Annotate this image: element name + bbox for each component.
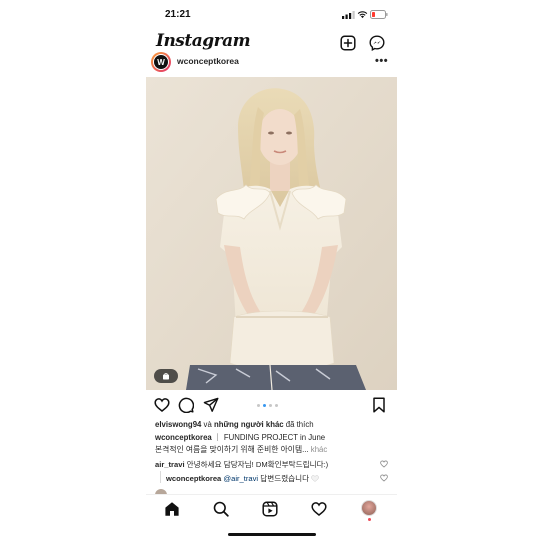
comment-row: air_travi 안녕하세요 담당자님! DM확인부탁드립니다:) bbox=[155, 459, 395, 470]
carousel-dot bbox=[269, 404, 272, 407]
post-action-bar bbox=[146, 394, 397, 416]
notification-dot bbox=[368, 518, 371, 521]
post-avatar[interactable]: W bbox=[151, 52, 171, 72]
reply-username[interactable]: wconceptkorea bbox=[166, 474, 221, 483]
likes-connector: và bbox=[201, 420, 214, 429]
likes-suffix: đã thích bbox=[283, 420, 314, 429]
more-options-button[interactable]: ••• bbox=[375, 55, 388, 67]
shopping-bag-icon bbox=[163, 372, 169, 380]
reply-heart-icon[interactable] bbox=[380, 474, 388, 482]
post-photo bbox=[146, 77, 397, 390]
home-indicator bbox=[228, 533, 316, 536]
status-bar: 21:21 bbox=[146, 0, 397, 28]
comment-icon[interactable] bbox=[178, 397, 194, 413]
likes-others[interactable]: những người khác bbox=[214, 420, 284, 429]
bookmark-icon[interactable] bbox=[372, 397, 386, 413]
comment-username[interactable]: air_travi bbox=[155, 460, 185, 469]
carousel-dot bbox=[275, 404, 278, 407]
reply-text: 답변드렸습니다 bbox=[258, 474, 310, 483]
instagram-logo[interactable]: Instagram bbox=[156, 31, 251, 51]
caption-line: wconceptkorea ｜ FUNDING PROJECT in June bbox=[155, 433, 395, 443]
status-time: 21:21 bbox=[165, 9, 191, 20]
caption-more-link[interactable]: khác bbox=[309, 445, 327, 454]
reply-row: wconceptkorea @air_travi 답변드렸습니다 bbox=[166, 473, 386, 484]
comment-text: 안녕하세요 담당자님! DM확인부탁드립니다:) bbox=[184, 460, 329, 469]
post-username[interactable]: wconceptkorea bbox=[177, 56, 239, 66]
carousel-dots bbox=[257, 404, 278, 408]
shopping-tag-button[interactable] bbox=[154, 369, 178, 383]
activity-heart-icon[interactable] bbox=[311, 501, 327, 517]
reels-icon[interactable] bbox=[262, 501, 278, 517]
reply-mention[interactable]: @air_travi bbox=[221, 474, 258, 483]
likes-user[interactable]: elviswong94 bbox=[155, 420, 201, 429]
home-icon[interactable] bbox=[164, 501, 180, 517]
search-icon[interactable] bbox=[213, 501, 229, 517]
caption-username[interactable]: wconceptkorea bbox=[155, 433, 212, 442]
carousel-dot bbox=[263, 404, 266, 407]
bottom-nav bbox=[146, 494, 397, 522]
avatar-letter: W bbox=[153, 54, 169, 70]
heart-icon[interactable] bbox=[154, 397, 170, 413]
battery-icon bbox=[370, 10, 388, 19]
new-post-icon[interactable] bbox=[340, 35, 356, 51]
caption-text: ｜ FUNDING PROJECT in June bbox=[211, 433, 326, 442]
comment-heart-icon[interactable] bbox=[380, 460, 388, 468]
post-image[interactable] bbox=[146, 77, 397, 390]
phone-screen: 21:21 Instagram W wconceptkorea ••• elvi… bbox=[146, 0, 397, 543]
reply-thread-line bbox=[160, 471, 161, 483]
messenger-icon[interactable] bbox=[369, 35, 385, 51]
white-heart-icon bbox=[311, 475, 320, 482]
carousel-dot bbox=[257, 404, 260, 407]
post-header: W wconceptkorea ••• bbox=[146, 52, 397, 76]
caption-text-2: 본격적인 여름을 맞이하기 위해 준비한 아이템... bbox=[155, 445, 309, 454]
caption-line-2: 본격적인 여름을 맞이하기 위해 준비한 아이템... khác bbox=[155, 444, 395, 455]
signal-icon bbox=[342, 11, 355, 19]
profile-avatar[interactable] bbox=[361, 500, 377, 516]
wifi-icon bbox=[357, 11, 368, 19]
share-icon[interactable] bbox=[203, 397, 219, 413]
likes-summary[interactable]: elviswong94 và những người khác đã thích bbox=[155, 420, 395, 429]
